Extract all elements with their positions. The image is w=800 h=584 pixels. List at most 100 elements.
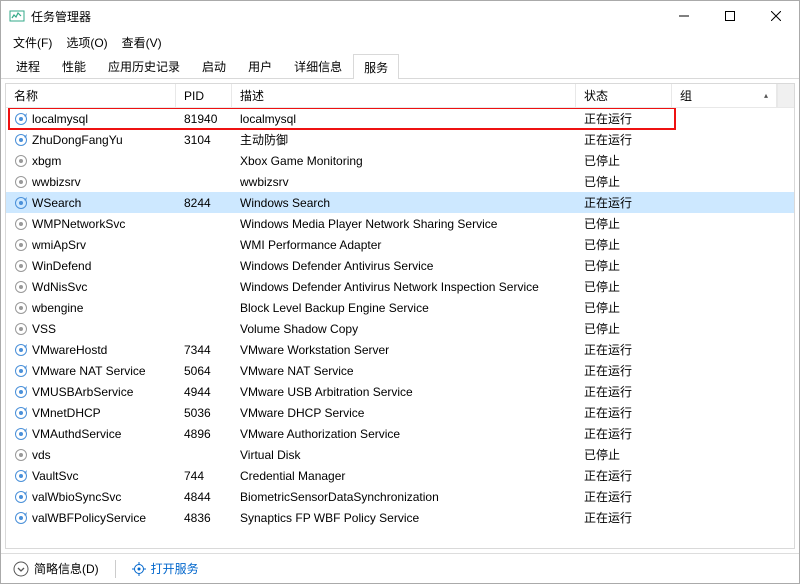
cell-pid: 81940 xyxy=(176,112,232,126)
cell-pid: 8244 xyxy=(176,196,232,210)
cell-desc: VMware NAT Service xyxy=(232,364,576,378)
cell-status: 已停止 xyxy=(576,320,672,337)
cell-pid: 4844 xyxy=(176,490,232,504)
column-header-pid[interactable]: PID xyxy=(176,84,232,107)
chevron-down-circle-icon xyxy=(13,561,29,577)
column-header-group[interactable]: 组▴ xyxy=(672,84,777,107)
service-row[interactable]: vdsVirtual Disk已停止 xyxy=(6,444,794,465)
service-row[interactable]: valWbioSyncSvc4844BiometricSensorDataSyn… xyxy=(6,486,794,507)
column-header-name[interactable]: 名称 xyxy=(6,84,176,107)
service-row[interactable]: VMwareHostd7344VMware Workstation Server… xyxy=(6,339,794,360)
service-row[interactable]: WinDefend Windows Defender Antivirus Serv… xyxy=(6,255,794,276)
cell-desc: 主动防御 xyxy=(232,131,576,148)
service-row[interactable]: xbgm Xbox Game Monitoring已停止 xyxy=(6,150,794,171)
service-row[interactable]: VMnetDHCP5036VMware DHCP Service正在运行 xyxy=(6,402,794,423)
open-services-link[interactable]: 打开服务 xyxy=(128,558,203,579)
service-row[interactable]: WSearch8244Windows Search正在运行 xyxy=(6,192,794,213)
cell-pid: 4896 xyxy=(176,427,232,441)
column-header-desc[interactable]: 描述 xyxy=(232,84,576,107)
cell-name: VaultSvc xyxy=(6,469,176,483)
menu-item[interactable]: 查看(V) xyxy=(116,32,168,53)
cell-name: WdNisSvc xyxy=(6,280,176,294)
brief-info-label: 简略信息(D) xyxy=(34,560,99,577)
tab-strip: 进程性能应用历史记录启动用户详细信息服务 xyxy=(1,53,799,79)
service-row[interactable]: VMAuthdService4896VMware Authorization S… xyxy=(6,423,794,444)
service-row[interactable]: ZhuDongFangYu3104主动防御正在运行 xyxy=(6,129,794,150)
cell-name: vds xyxy=(6,448,176,462)
cell-desc: Credential Manager xyxy=(232,469,576,483)
column-header-name-label: 名称 xyxy=(14,87,38,104)
cell-desc: wwbizsrv xyxy=(232,175,576,189)
app-icon xyxy=(9,8,25,24)
cell-status: 正在运行 xyxy=(576,488,672,505)
minimize-button[interactable] xyxy=(661,1,707,31)
tab[interactable]: 用户 xyxy=(237,53,283,78)
cell-desc: Windows Defender Antivirus Service xyxy=(232,259,576,273)
cell-pid: 7344 xyxy=(176,343,232,357)
cell-name: VMwareHostd xyxy=(6,343,176,357)
column-header-status[interactable]: 状态 xyxy=(576,84,672,107)
service-row[interactable]: localmysql81940localmysql正在运行 xyxy=(6,108,794,129)
cell-name: valWBFPolicyService xyxy=(6,511,176,525)
tab[interactable]: 服务 xyxy=(353,54,399,79)
cell-status: 已停止 xyxy=(576,152,672,169)
cell-name: WinDefend xyxy=(6,259,176,273)
service-row[interactable]: wmiApSrvWMI Performance Adapter已停止 xyxy=(6,234,794,255)
services-gear-icon xyxy=(132,562,146,576)
cell-name: WMPNetworkSvc xyxy=(6,217,176,231)
grid-body[interactable]: localmysql81940localmysql正在运行ZhuDongFang… xyxy=(6,108,794,548)
open-services-label: 打开服务 xyxy=(151,560,199,577)
tab[interactable]: 进程 xyxy=(5,53,51,78)
cell-name: wmiApSrv xyxy=(6,238,176,252)
window-controls xyxy=(661,1,799,31)
cell-name: wwbizsrv xyxy=(6,175,176,189)
cell-status: 已停止 xyxy=(576,215,672,232)
brief-info-button[interactable]: 简略信息(D) xyxy=(9,558,103,579)
cell-status: 已停止 xyxy=(576,278,672,295)
service-row[interactable]: WMPNetworkSvcWindows Media Player Networ… xyxy=(6,213,794,234)
window-title: 任务管理器 xyxy=(31,8,661,25)
cell-name: valWbioSyncSvc xyxy=(6,490,176,504)
service-row[interactable]: WdNisSvcWindows Defender Antivirus Netwo… xyxy=(6,276,794,297)
cell-name: VMnetDHCP xyxy=(6,406,176,420)
task-manager-window: 任务管理器 文件(F)选项(O)查看(V) 进程性能应用历史记录启动用户详细信息… xyxy=(0,0,800,584)
cell-status: 正在运行 xyxy=(576,383,672,400)
service-row[interactable]: VMware NAT Service5064VMware NAT Service… xyxy=(6,360,794,381)
tab[interactable]: 详细信息 xyxy=(283,53,353,78)
cell-desc: Xbox Game Monitoring xyxy=(232,154,576,168)
cell-status: 已停止 xyxy=(576,299,672,316)
service-row[interactable]: valWBFPolicyService4836Synaptics FP WBF … xyxy=(6,507,794,528)
column-header-pid-label: PID xyxy=(184,89,204,103)
menu-item[interactable]: 选项(O) xyxy=(60,32,113,53)
cell-desc: BiometricSensorDataSynchronization xyxy=(232,490,576,504)
cell-name: ZhuDongFangYu xyxy=(6,133,176,147)
scrollbar-header-stub xyxy=(777,84,794,107)
maximize-button[interactable] xyxy=(707,1,753,31)
cell-desc: VMware Workstation Server xyxy=(232,343,576,357)
cell-name: VMware NAT Service xyxy=(6,364,176,378)
cell-status: 正在运行 xyxy=(576,131,672,148)
cell-pid: 5036 xyxy=(176,406,232,420)
cell-name: VSS xyxy=(6,322,176,336)
cell-desc: VMware DHCP Service xyxy=(232,406,576,420)
cell-status: 正在运行 xyxy=(576,362,672,379)
cell-status: 正在运行 xyxy=(576,509,672,526)
service-row[interactable]: wbengineBlock Level Backup Engine Servic… xyxy=(6,297,794,318)
column-header-group-label: 组 xyxy=(680,87,692,104)
service-row[interactable]: VSSVolume Shadow Copy已停止 xyxy=(6,318,794,339)
service-row[interactable]: VMUSBArbService4944VMware USB Arbitratio… xyxy=(6,381,794,402)
tab[interactable]: 启动 xyxy=(191,53,237,78)
statusbar-divider xyxy=(115,560,116,578)
cell-name: xbgm xyxy=(6,154,176,168)
tab[interactable]: 性能 xyxy=(51,53,97,78)
tab[interactable]: 应用历史记录 xyxy=(97,53,191,78)
service-row[interactable]: wwbizsrvwwbizsrv已停止 xyxy=(6,171,794,192)
cell-pid: 4944 xyxy=(176,385,232,399)
cell-status: 正在运行 xyxy=(576,194,672,211)
cell-desc: localmysql xyxy=(232,112,576,126)
close-button[interactable] xyxy=(753,1,799,31)
cell-desc: Virtual Disk xyxy=(232,448,576,462)
service-row[interactable]: VaultSvc744Credential Manager正在运行 xyxy=(6,465,794,486)
cell-status: 已停止 xyxy=(576,236,672,253)
menu-item[interactable]: 文件(F) xyxy=(7,32,58,53)
